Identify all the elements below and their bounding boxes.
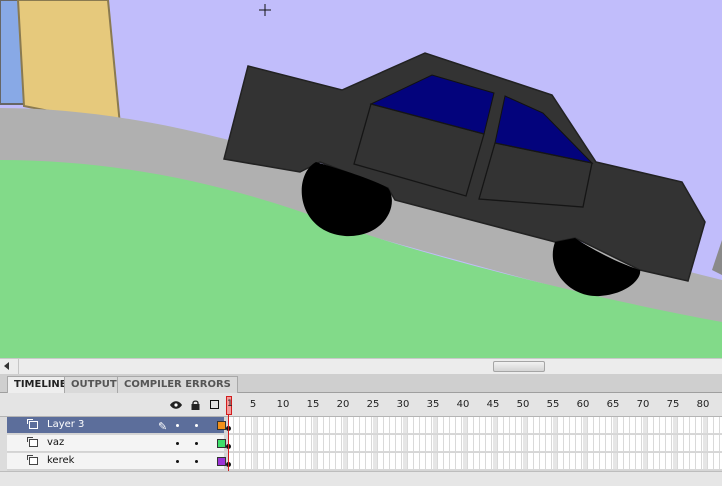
timeline-footer — [0, 471, 722, 486]
frame-number: 35 — [426, 399, 440, 410]
layer-outline-color-box[interactable] — [217, 439, 226, 448]
layer-name[interactable]: Layer 3 — [47, 419, 84, 430]
frame-number: 20 — [336, 399, 350, 410]
frame-number: 65 — [606, 399, 620, 410]
stage-artwork — [0, 0, 722, 358]
lock-toggle[interactable] — [195, 460, 198, 463]
stage-canvas[interactable] — [0, 0, 722, 358]
layer-outline-color-box[interactable] — [217, 421, 226, 430]
scroll-left-arrow-icon — [4, 362, 9, 370]
scroll-left-button[interactable] — [0, 359, 19, 374]
horizontal-scrollbar[interactable] — [0, 358, 722, 374]
eye-icon[interactable] — [170, 401, 182, 409]
frame-number: 30 — [396, 399, 410, 410]
lock-toggle[interactable] — [195, 442, 198, 445]
layer-name[interactable]: vaz — [47, 437, 64, 448]
outline-icon[interactable] — [210, 400, 219, 409]
layer-row[interactable]: vaz — [0, 435, 722, 453]
lock-icon[interactable] — [191, 400, 200, 410]
visibility-toggle[interactable] — [176, 424, 179, 427]
layer-header[interactable]: Layer 3 ✎ — [7, 417, 226, 434]
layer-icon — [27, 419, 38, 429]
layer-frames[interactable] — [228, 435, 722, 452]
frame-number: 50 — [516, 399, 530, 410]
tab-output[interactable]: OUTPUT — [64, 376, 124, 393]
layer-frames[interactable] — [228, 453, 722, 470]
layer-header[interactable]: kerek — [7, 453, 226, 470]
layer-frames[interactable] — [228, 417, 722, 434]
frame-number: 15 — [306, 399, 320, 410]
frame-number: 70 — [636, 399, 650, 410]
frame-number: 10 — [276, 399, 290, 410]
layer-row[interactable]: Layer 3 ✎ — [0, 417, 722, 435]
timeline-header: 1 5 10 15 20 25 30 35 40 45 50 55 60 65 70 75 80 — [0, 393, 722, 417]
scrollbar-thumb[interactable] — [493, 361, 545, 372]
layer-list: Layer 3 ✎ vaz kerek — [0, 417, 722, 471]
layer-row[interactable]: kerek — [0, 453, 722, 471]
lock-toggle[interactable] — [195, 424, 198, 427]
layer-name[interactable]: kerek — [47, 455, 74, 466]
frame-number: 55 — [546, 399, 560, 410]
frame-number: 80 — [696, 399, 710, 410]
tab-compiler-errors[interactable]: COMPILER ERRORS — [117, 376, 238, 393]
visibility-toggle[interactable] — [176, 442, 179, 445]
layer-header[interactable]: vaz — [7, 435, 226, 452]
building-shape — [16, 0, 122, 127]
layer-icon — [27, 437, 38, 447]
pencil-icon: ✎ — [158, 420, 168, 433]
visibility-toggle[interactable] — [176, 460, 179, 463]
panel-tabs: TIMELINE OUTPUT COMPILER ERRORS — [0, 374, 722, 393]
frame-number: 60 — [576, 399, 590, 410]
playhead-frame-number: 1 — [227, 399, 233, 409]
frame-number: 45 — [486, 399, 500, 410]
layer-icon — [27, 455, 38, 465]
frame-number: 25 — [366, 399, 380, 410]
layer-outline-color-box[interactable] — [217, 457, 226, 466]
frame-number: 40 — [456, 399, 470, 410]
frame-number: 75 — [666, 399, 680, 410]
frame-number: 5 — [249, 399, 257, 410]
